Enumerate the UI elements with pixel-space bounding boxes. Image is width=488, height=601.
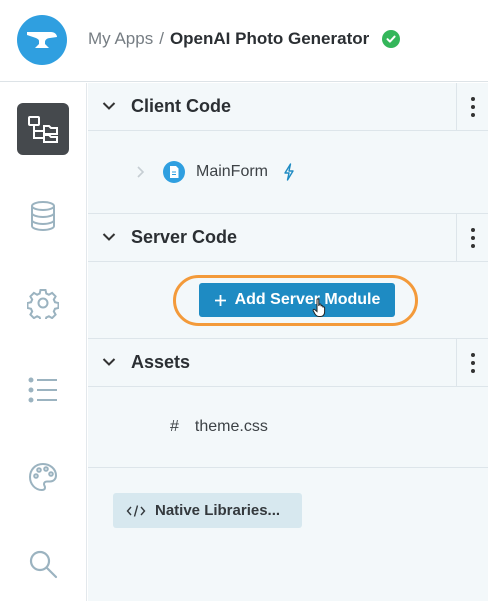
code-icon <box>126 504 146 517</box>
add-server-module-label: Add Server Module <box>234 291 381 308</box>
server-code-menu-button[interactable] <box>456 214 488 262</box>
app-name: OpenAI Photo Generator <box>169 29 370 48</box>
gear-icon[interactable] <box>17 277 69 329</box>
breadcrumb-separator: / <box>159 29 164 48</box>
hand-cursor-icon <box>312 298 326 317</box>
list-item-mainform[interactable]: MainForm <box>136 161 295 183</box>
server-code-header[interactable]: Server Code <box>88 214 488 262</box>
top-header: My Apps / OpenAI Photo Generator <box>0 0 488 82</box>
check-circle-icon <box>382 30 401 48</box>
chevron-down-icon[interactable] <box>102 357 116 367</box>
chevron-right-icon[interactable] <box>136 165 146 179</box>
chevron-down-icon[interactable] <box>102 101 116 111</box>
palette-icon[interactable] <box>17 451 69 503</box>
native-libraries-button[interactable]: Native Libraries... <box>113 493 302 528</box>
assets-menu-button[interactable] <box>456 339 488 387</box>
app-tree-icon[interactable] <box>17 103 69 155</box>
native-libraries-label: Native Libraries... <box>155 502 281 519</box>
plus-icon <box>214 294 226 306</box>
server-code-title: Server Code <box>131 227 238 247</box>
list-item-theme-css[interactable]: # theme.css <box>170 418 268 436</box>
add-server-module-button[interactable]: Add Server Module <box>199 283 395 317</box>
database-icon[interactable] <box>17 190 69 242</box>
form-icon <box>163 161 185 183</box>
theme-css-label: theme.css <box>194 418 268 435</box>
app-browser-panel: Client Code MainForm Server Code Add Ser… <box>88 83 488 601</box>
breadcrumb: My Apps / OpenAI Photo Generator <box>88 29 401 49</box>
client-code-menu-button[interactable] <box>456 83 488 131</box>
anvil-icon[interactable] <box>17 15 67 65</box>
list-icon[interactable] <box>17 364 69 416</box>
hash-icon: # <box>170 418 179 435</box>
assets-header[interactable]: Assets <box>88 339 488 387</box>
lightning-icon <box>284 163 294 181</box>
chevron-down-icon[interactable] <box>102 232 116 242</box>
client-code-title: Client Code <box>131 96 232 116</box>
client-code-header[interactable]: Client Code <box>88 83 488 131</box>
breadcrumb-my-apps[interactable]: My Apps <box>88 29 153 49</box>
left-sidebar <box>0 83 87 601</box>
mainform-label: MainForm <box>196 163 269 180</box>
search-icon[interactable] <box>17 538 69 590</box>
assets-body <box>88 387 488 468</box>
assets-title: Assets <box>131 352 191 372</box>
